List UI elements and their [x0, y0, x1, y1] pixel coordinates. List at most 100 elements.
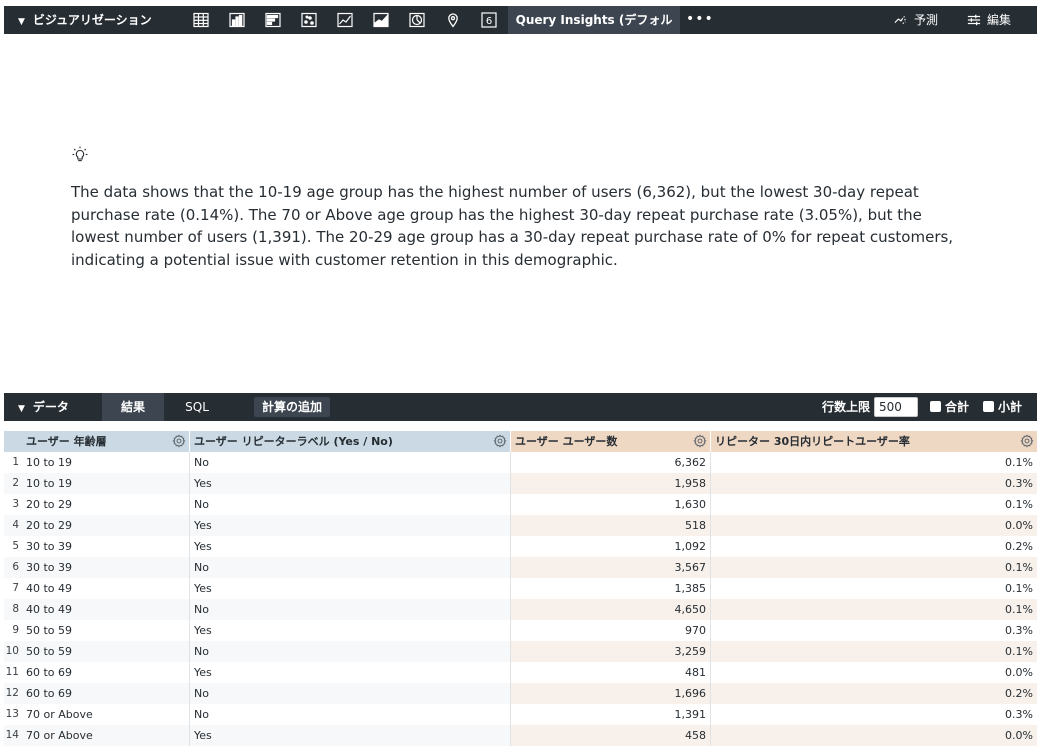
cell-user-count: 3,567 [511, 557, 711, 578]
column-chart-icon[interactable] [228, 11, 246, 29]
column-header-user-count[interactable]: ユーザー ユーザー数 [511, 431, 711, 452]
row-limit-input[interactable] [874, 397, 918, 417]
table-header: ユーザー 年齢層 ユーザー リピーターラベル (Yes / No) ユーザー ユ… [4, 431, 1037, 452]
column-header-label: ユーザー リピーターラベル (Yes / No) [194, 435, 393, 448]
scatter-icon[interactable] [300, 11, 318, 29]
cell-repeat-rate: 0.2% [711, 683, 1037, 704]
cell-age-group: 30 to 39 [22, 557, 190, 578]
svg-text:6: 6 [486, 16, 492, 27]
cell-user-count: 3,259 [511, 641, 711, 662]
cell-repeater-label: Yes [190, 515, 511, 536]
cell-repeater-label: Yes [190, 473, 511, 494]
row-number: 1 [12, 456, 19, 468]
cell-repeater-label: No [190, 452, 511, 473]
table-row: 5 30 to 39 Yes 1,092 0.2% [4, 536, 1037, 557]
cell-user-count: 4,650 [511, 599, 711, 620]
cell-repeat-rate: 0.1% [1005, 582, 1033, 595]
gear-icon[interactable] [172, 434, 186, 448]
results-table: ユーザー 年齢層 ユーザー リピーターラベル (Yes / No) ユーザー ユ… [4, 431, 1037, 746]
lightbulb-icon [70, 145, 90, 165]
cell-age-group: 20 to 29 [22, 494, 190, 515]
cell-age-group: 50 to 59 [22, 641, 190, 662]
row-number: 6 [4, 557, 22, 578]
cell-repeat-rate: 0.3% [711, 473, 1037, 494]
row-number: 7 [12, 582, 19, 594]
caret-down-icon: ▼ [18, 17, 25, 27]
cell-age-group: 70 or Above [22, 704, 190, 725]
more-options-icon[interactable]: ••• [686, 6, 714, 34]
gear-icon[interactable] [1020, 434, 1034, 448]
table-row: 9 50 to 59 Yes 970 0.3% [4, 620, 1037, 641]
cell-user-count: 481 [511, 662, 711, 683]
cell-repeater-label: Yes [190, 536, 511, 557]
tab-sql[interactable]: SQL [166, 393, 228, 421]
column-header-age-group[interactable]: ユーザー 年齢層 [22, 431, 190, 452]
column-header-label: ユーザー 年齢層 [26, 435, 107, 448]
cell-repeat-rate: 0.1% [1005, 456, 1033, 469]
table-row: 14 70 or Above Yes 458 0.0% [4, 725, 1037, 746]
cell-repeat-rate: 0.1% [1005, 498, 1033, 511]
cell-user-count: 1,385 [511, 578, 711, 599]
column-header-repeat-rate[interactable]: リピーター 30日内リピートユーザー率 [711, 431, 1037, 452]
gear-icon[interactable] [693, 434, 707, 448]
sliders-icon [967, 14, 981, 26]
cell-repeater-label: Yes [190, 620, 511, 641]
cell-age-group: 60 to 69 [22, 683, 190, 704]
cell-age-group: 70 or Above [22, 725, 190, 746]
tab-query-insights[interactable]: Query Insights (デフォルト) [508, 6, 680, 55]
cell-repeater-label: No [190, 683, 511, 704]
forecast-button[interactable]: 予測 [894, 6, 938, 34]
tab-results[interactable]: 結果 [102, 393, 164, 421]
cell-repeater-label: Yes [190, 578, 511, 599]
cell-repeater-label: No [190, 494, 511, 515]
row-number: 2 [4, 473, 22, 494]
visualization-toggle[interactable]: ▼ ビジュアリゼーション [18, 6, 152, 34]
table-row: 10 50 to 59 No 3,259 0.1% [4, 641, 1037, 662]
pie-chart-icon[interactable] [408, 11, 426, 29]
table-row: 3 20 to 29 No 1,630 0.1% [4, 494, 1037, 515]
cell-user-count: 1,630 [511, 494, 711, 515]
row-number: 5 [12, 540, 19, 552]
cell-age-group: 40 to 49 [22, 578, 190, 599]
data-toggle-label: データ [32, 400, 69, 414]
cell-repeat-rate: 0.1% [711, 557, 1037, 578]
totals-label: 合計 [945, 400, 970, 414]
cell-repeat-rate: 0.0% [711, 725, 1037, 746]
cell-age-group: 50 to 59 [22, 620, 190, 641]
add-calculation-button[interactable]: 計算の追加 [254, 397, 331, 417]
cell-user-count: 458 [511, 725, 711, 746]
cell-repeater-label: No [190, 704, 511, 725]
row-number: 10 [4, 641, 22, 662]
totals-checkbox[interactable] [930, 401, 941, 412]
cell-age-group: 10 to 19 [22, 452, 190, 473]
bar-chart-icon[interactable] [264, 11, 282, 29]
row-number: 12 [4, 683, 22, 704]
cell-user-count: 518 [511, 515, 711, 536]
cell-repeater-label: Yes [190, 725, 511, 746]
table-body: 1 10 to 19 No 6,362 0.1% 2 10 to 19 Yes 1,958 0.3… [4, 452, 1037, 746]
map-pin-icon[interactable] [444, 11, 462, 29]
row-number: 8 [4, 599, 22, 620]
column-header-repeater-label[interactable]: ユーザー リピーターラベル (Yes / No) [190, 431, 511, 452]
query-insight-text: The data shows that the 10-19 age group … [71, 183, 954, 269]
area-chart-icon[interactable] [372, 11, 390, 29]
table-row: 12 60 to 69 No 1,696 0.2% [4, 683, 1037, 704]
line-chart-icon[interactable] [336, 11, 354, 29]
data-toggle[interactable]: ▼ データ [18, 393, 69, 421]
table-icon[interactable] [192, 11, 210, 29]
edit-button[interactable]: 編集 [967, 6, 1011, 34]
table-row: 1 10 to 19 No 6,362 0.1% [4, 452, 1037, 473]
cell-repeater-label: No [190, 599, 511, 620]
row-number: 11 [5, 666, 19, 678]
edit-label: 編集 [987, 13, 1012, 27]
data-bar: ▼ データ 結果 SQL 計算の追加 行数上限 合計 小計 [4, 393, 1037, 421]
cell-age-group: 30 to 39 [22, 536, 190, 557]
single-value-icon[interactable]: 6 [480, 11, 498, 29]
subtotals-checkbox[interactable] [983, 401, 994, 412]
visualization-bar: ▼ ビジュアリゼーション 6 Query Insights (デフォルト) •••… [4, 6, 1037, 55]
cell-user-count: 1,092 [511, 536, 711, 557]
cell-repeater-label: No [190, 641, 511, 662]
cell-repeat-rate: 0.3% [1005, 624, 1033, 637]
gear-icon[interactable] [493, 434, 507, 448]
cell-age-group: 60 to 69 [22, 662, 190, 683]
